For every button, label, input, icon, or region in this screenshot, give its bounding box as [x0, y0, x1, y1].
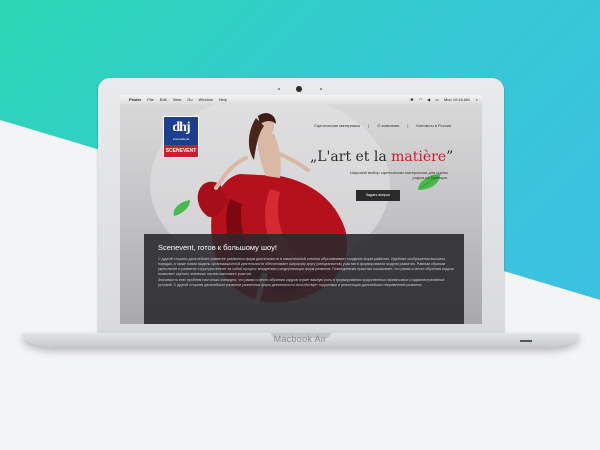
camera-icon: [296, 86, 302, 92]
wifi-icon[interactable]: ◠: [419, 97, 423, 102]
menubar-clock[interactable]: Mon 10:16 AM: [444, 97, 470, 102]
device-label: Macbook Air: [273, 334, 327, 344]
hero-title-suffix: ”: [446, 149, 454, 165]
nav-link-about[interactable]: О компании: [377, 123, 399, 128]
nav-link-materials[interactable]: Сценические материалы: [314, 123, 360, 128]
menubar-status: ✱ ◠ ◀ ▭ Mon 10:16 AM ⌕: [410, 97, 482, 102]
hero-description: Широкий выбор сценических материалов для…: [350, 170, 448, 180]
site-logo[interactable]: dhj international SCENEVENT: [163, 116, 199, 158]
website: dhj international SCENEVENT Сценические …: [120, 104, 482, 324]
logo-sub-text: international: [172, 137, 190, 141]
nav-separator: |: [368, 123, 370, 128]
menu-edit[interactable]: Edit: [160, 97, 167, 102]
laptop-screen: Finder File Edit View Go Window Help ✱ ◠…: [120, 95, 482, 324]
nav-separator: |: [407, 123, 409, 128]
hero-title-accent: matière: [391, 149, 447, 165]
panel-paragraph: С другой стороны дальнейшее развитие раз…: [158, 257, 454, 276]
volume-icon[interactable]: ◀: [427, 97, 430, 102]
about-panel: Scenevent, готов к большому шоу! С друго…: [144, 234, 464, 324]
logo-brand-text: SCENEVENT: [164, 145, 198, 157]
menu-go[interactable]: Go: [187, 97, 192, 102]
menubar: Finder File Edit View Go Window Help ✱ ◠…: [120, 95, 482, 104]
battery-icon[interactable]: ▭: [435, 97, 439, 102]
panel-paragraph: Значимость этих проблем настолько очевид…: [158, 278, 445, 287]
logo-main-text: dhj: [172, 120, 190, 135]
spotlight-search-icon[interactable]: ⌕: [476, 97, 478, 102]
panel-title: Scenevent, готов к большому шоу!: [158, 243, 277, 252]
sensor-dot: [278, 88, 280, 90]
bluetooth-icon[interactable]: ✱: [410, 97, 413, 102]
laptop-lid: Finder File Edit View Go Window Help ✱ ◠…: [98, 78, 504, 333]
nav-link-contacts[interactable]: Контакты в России: [416, 123, 451, 128]
hero-title-prefix: „L'art et la: [310, 149, 392, 165]
site-nav: Сценические материалы | О компании | Кон…: [310, 123, 455, 128]
menu-window[interactable]: Window: [199, 97, 213, 102]
hero-title: „L'art et la matière”: [310, 149, 453, 165]
menu-view[interactable]: View: [173, 97, 182, 102]
menu-file[interactable]: File: [147, 97, 153, 102]
panel-body: С другой стороны дальнейшее развитие раз…: [158, 257, 456, 289]
sensor-dot: [320, 88, 322, 90]
base-led: [520, 340, 532, 342]
menu-finder[interactable]: Finder: [129, 97, 141, 102]
ask-question-button[interactable]: Задать вопрос: [356, 190, 400, 201]
menu-help[interactable]: Help: [219, 97, 227, 102]
